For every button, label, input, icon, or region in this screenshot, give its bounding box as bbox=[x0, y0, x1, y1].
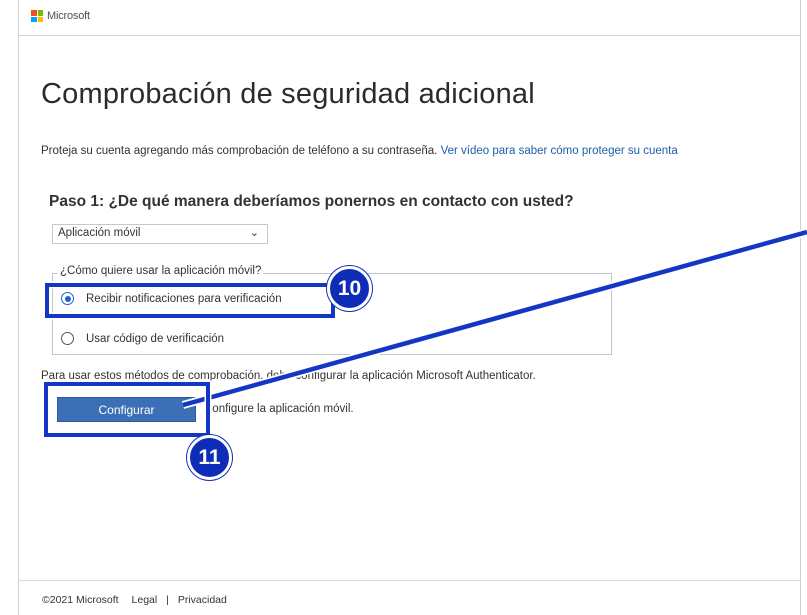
chevron-down-icon: ⌄ bbox=[249, 227, 259, 239]
option-label: Usar código de verificación bbox=[86, 332, 225, 345]
option-verification-code[interactable]: Usar código de verificación bbox=[61, 332, 224, 345]
microsoft-logo-icon bbox=[31, 10, 43, 22]
brand-name: Microsoft bbox=[47, 10, 90, 22]
legal-link[interactable]: Legal bbox=[132, 594, 158, 606]
privacy-link[interactable]: Privacidad bbox=[178, 594, 227, 606]
intro-text: Proteja su cuenta agregando más comproba… bbox=[41, 145, 678, 157]
footer-separator: | bbox=[166, 594, 169, 606]
intro-text-body: Proteja su cuenta agregando más comproba… bbox=[41, 145, 441, 157]
page-frame-right bbox=[800, 0, 801, 615]
radio-checked-icon[interactable] bbox=[61, 292, 74, 305]
option-receive-notifications[interactable]: Recibir notificaciones para verificación bbox=[61, 292, 282, 305]
contact-method-select[interactable]: Aplicación móvil ⌄ bbox=[52, 224, 268, 244]
step-callout-10: 10 bbox=[327, 266, 372, 311]
configure-hint: Configure la aplicación móvil. bbox=[204, 403, 354, 415]
verification-page: Microsoft Comprobación de seguridad adic… bbox=[0, 0, 807, 615]
page-title: Comprobación de seguridad adicional bbox=[41, 78, 535, 110]
watch-video-link[interactable]: Ver vídeo para saber cómo proteger su cu… bbox=[441, 145, 678, 157]
configure-button[interactable]: Configurar bbox=[57, 397, 196, 422]
contact-method-value: Aplicación móvil bbox=[58, 227, 141, 239]
step-heading: Paso 1: ¿De qué manera deberíamos ponern… bbox=[49, 193, 574, 210]
page-frame-left bbox=[18, 0, 19, 615]
radio-unchecked-icon[interactable] bbox=[61, 332, 74, 345]
microsoft-logo: Microsoft bbox=[31, 10, 90, 22]
footer: ©2021 Microsoft Legal | Privacidad bbox=[42, 594, 227, 606]
copyright: ©2021 Microsoft bbox=[42, 594, 119, 606]
authenticator-info-text: Para usar estos métodos de comprobación,… bbox=[41, 370, 536, 382]
footer-divider bbox=[18, 580, 801, 581]
header: Microsoft bbox=[19, 0, 800, 36]
option-label: Recibir notificaciones para verificación bbox=[86, 292, 282, 305]
step-callout-11: 11 bbox=[187, 435, 232, 480]
usage-legend: ¿Cómo quiere usar la aplicación móvil? bbox=[58, 265, 264, 277]
